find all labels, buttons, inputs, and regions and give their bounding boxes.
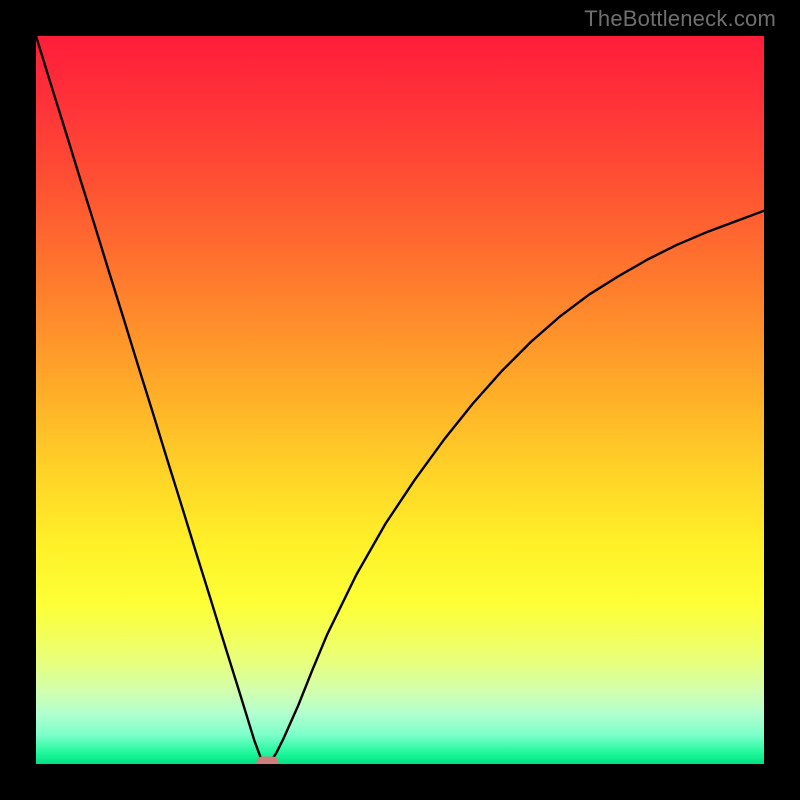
attribution-label: TheBottleneck.com <box>584 6 776 32</box>
optimal-point-marker <box>257 757 279 765</box>
chart-canvas: TheBottleneck.com <box>0 0 800 800</box>
chart-svg <box>36 36 764 764</box>
plot-area <box>36 36 764 764</box>
gradient-background <box>36 36 764 764</box>
